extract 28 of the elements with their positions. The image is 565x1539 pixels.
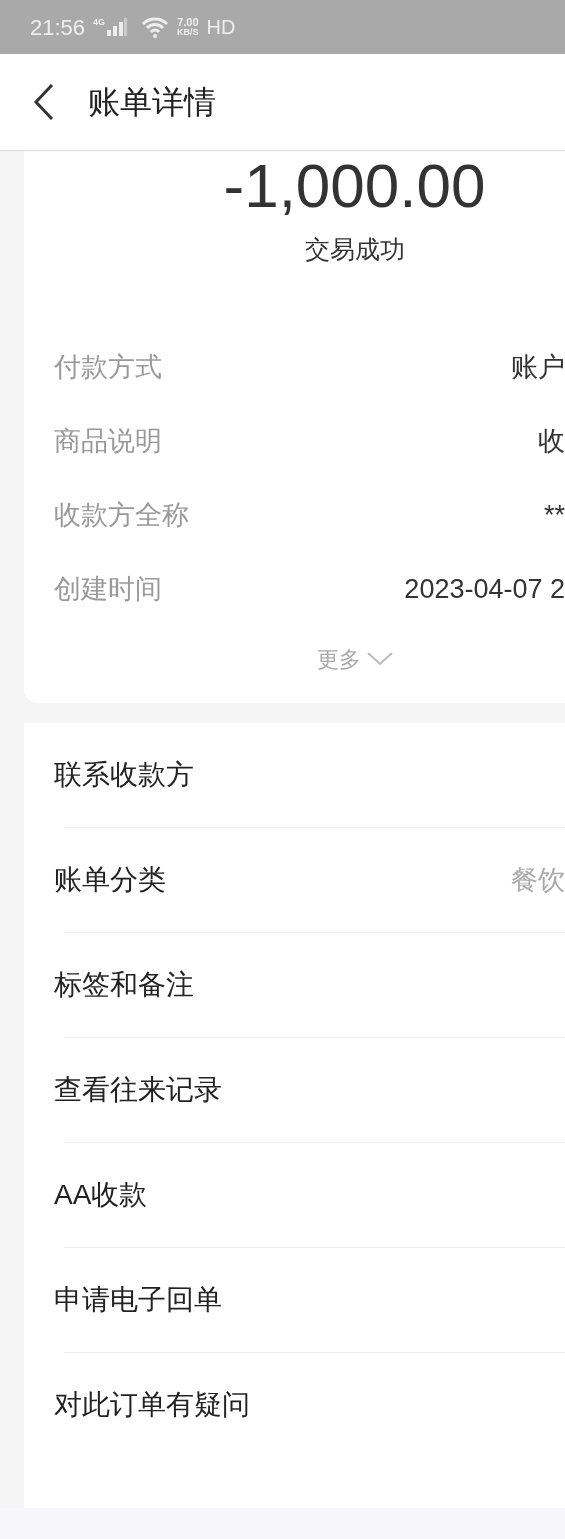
action-item[interactable]: 申请电子回单 <box>54 1279 222 1321</box>
detail-value: 账户 <box>511 351 565 385</box>
signal-icon <box>107 18 128 36</box>
speed-unit: KB/S <box>177 28 199 37</box>
detail-label: 商品说明 <box>54 425 162 459</box>
status-time: 21:56 <box>30 13 86 42</box>
status-text: 交易成功 <box>303 234 405 265</box>
detail-value: ** <box>544 499 565 533</box>
page-title: 账单详情 <box>88 83 216 122</box>
action-item[interactable]: 查看往来记录 <box>54 1069 222 1111</box>
detail-value: 收 <box>538 425 565 459</box>
action-item[interactable]: 对此订单有疑问 <box>54 1384 250 1426</box>
speed-value: 7.00 <box>177 17 199 28</box>
amount-text: -1,000.00 <box>222 153 486 219</box>
detail-label: 收款方全称 <box>54 499 189 533</box>
action-item[interactable]: AA收款 <box>54 1174 148 1216</box>
chevron-down-icon <box>366 652 393 666</box>
back-icon[interactable] <box>32 83 56 121</box>
action-item[interactable]: 联系收款方 <box>54 754 194 796</box>
category-value: 餐饮 <box>511 863 565 897</box>
action-item[interactable]: 标签和备注 <box>54 964 194 1006</box>
detail-label: 付款方式 <box>54 351 162 385</box>
wifi-icon <box>141 16 170 38</box>
network-label: 4G <box>93 18 106 27</box>
hd-label: HD <box>206 15 236 40</box>
detail-value: 2023-04-07 2 <box>404 573 565 607</box>
action-item[interactable]: 账单分类 <box>54 859 166 901</box>
detail-label: 创建时间 <box>54 573 162 607</box>
